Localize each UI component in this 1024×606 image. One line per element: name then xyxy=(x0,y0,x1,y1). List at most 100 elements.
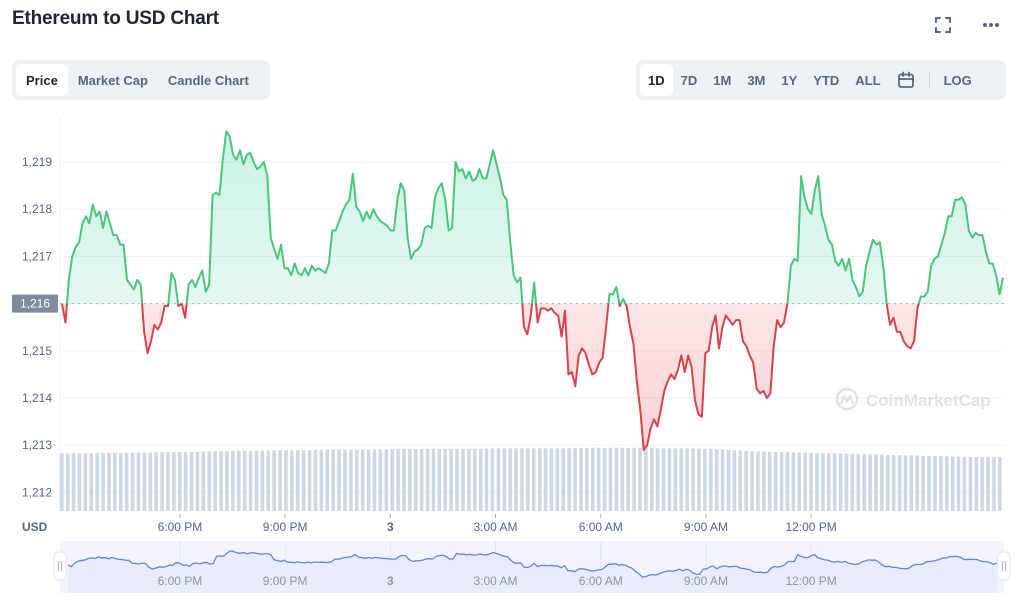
volume-bar xyxy=(720,449,725,511)
volume-bar xyxy=(974,457,979,511)
volume-bar xyxy=(372,449,377,511)
volume-bar xyxy=(195,451,200,511)
volume-bar xyxy=(166,452,170,511)
volume-bar xyxy=(425,448,430,511)
volume-bar xyxy=(207,451,212,511)
volume-bar xyxy=(490,448,495,511)
volume-bar xyxy=(231,450,235,511)
volume-bar xyxy=(620,447,625,511)
baseline-label: 1,216 xyxy=(20,297,50,311)
volume-bar xyxy=(119,452,123,511)
volume-bar xyxy=(738,450,743,511)
volume-bar xyxy=(301,450,306,511)
volume-bar xyxy=(614,447,619,511)
volume-bar xyxy=(950,456,955,511)
volume-bar xyxy=(709,448,713,511)
volume-bar xyxy=(178,452,182,511)
volume-bar xyxy=(543,448,548,511)
volume-bar xyxy=(384,449,389,511)
volume-bar xyxy=(779,452,784,511)
volume-bar xyxy=(726,449,731,511)
range-navigator: 6:00 PM 9:00 PM 3 3:00 AM 6:00 AM 9:00 AM 12:0… xyxy=(53,541,1011,593)
coinmarketcap-watermark: CoinMarketCap xyxy=(835,387,991,411)
volume-bar xyxy=(496,448,501,511)
volume-bar xyxy=(331,449,335,511)
volume-bar xyxy=(313,449,318,511)
y-tick-label: 1,215 xyxy=(22,344,52,358)
volume-bar xyxy=(750,451,754,511)
coinmarketcap-logo-icon xyxy=(835,387,859,411)
volume-bar xyxy=(89,453,94,511)
volume-bar xyxy=(585,447,589,511)
volume-bar xyxy=(307,450,312,511)
volume-bar xyxy=(237,450,241,511)
volume-bar xyxy=(473,448,477,511)
navigator-label: 6:00 PM xyxy=(158,574,203,588)
volume-bar xyxy=(956,456,961,511)
y-tick-label: 1,213 xyxy=(22,438,52,452)
navigator-left-handle[interactable] xyxy=(53,551,67,581)
volume-bar xyxy=(768,451,772,511)
volume-bar xyxy=(319,449,324,511)
price-chart[interactable]: 1,212 1,213 1,214 1,215 1,217 1,218 1,219 Coin… xyxy=(0,0,1024,606)
volume-bar xyxy=(968,456,973,511)
y-tick-label: 1,219 xyxy=(22,155,52,169)
volume-bar xyxy=(467,448,471,511)
volume-bar xyxy=(60,453,64,511)
navigator-label: 9:00 AM xyxy=(684,574,728,588)
volume-bar xyxy=(756,451,760,511)
volume-bar xyxy=(355,449,359,511)
volume-bar xyxy=(644,447,648,511)
volume-bar xyxy=(773,451,778,511)
volume-bar xyxy=(461,448,465,511)
volume-bar xyxy=(691,448,695,511)
volume-bar xyxy=(986,457,990,511)
y-axis: 1,212 1,213 1,214 1,215 1,217 1,218 1,219 xyxy=(22,155,52,499)
volume-bar xyxy=(419,448,424,511)
navigator-right-handle[interactable] xyxy=(997,551,1011,581)
volume-bar xyxy=(638,447,642,511)
volume-bar xyxy=(856,454,861,511)
volume-bar xyxy=(148,452,153,511)
volume-bar xyxy=(762,451,766,511)
volume-bar xyxy=(909,455,914,511)
volume-bar xyxy=(602,447,607,511)
volume-bar xyxy=(296,450,300,511)
x-tick-label: 9:00 AM xyxy=(684,520,728,534)
x-tick-label: 6:00 PM xyxy=(158,520,203,534)
volume-bar xyxy=(791,452,796,511)
volume-bar xyxy=(626,447,630,511)
volume-bar xyxy=(685,448,689,511)
volume-bar xyxy=(980,457,984,511)
volume-bar xyxy=(827,453,831,511)
volume-bar xyxy=(514,448,518,511)
volume-bar xyxy=(484,448,489,511)
volume-bar xyxy=(219,451,223,511)
x-axis: 6:00 PM 9:00 PM 3 3:00 AM 6:00 AM 9:00 AM 12:0… xyxy=(158,514,837,534)
volume-bar xyxy=(325,449,330,511)
drag-handle-icon xyxy=(997,551,1011,581)
volume-bar xyxy=(107,452,111,511)
volume-bar xyxy=(160,452,164,511)
volume-bar xyxy=(172,452,176,511)
volume-bar xyxy=(136,452,141,511)
volume-bar xyxy=(850,453,855,511)
volume-bar xyxy=(732,450,737,511)
volume-bar xyxy=(785,452,790,511)
volume-bar xyxy=(437,448,442,511)
volume-bar xyxy=(183,451,188,511)
volume-bar xyxy=(124,452,129,511)
navigator-label: 6:00 AM xyxy=(579,574,623,588)
volume-bar xyxy=(101,452,105,511)
volume-bar xyxy=(714,449,719,511)
drag-handle-icon xyxy=(53,551,67,581)
volume-bar xyxy=(260,450,265,511)
navigator-label: 3 xyxy=(387,574,394,588)
volume-bar xyxy=(803,452,807,511)
y-tick-label: 1,217 xyxy=(22,249,52,263)
volume-bar xyxy=(815,452,819,511)
volume-bar xyxy=(455,448,459,511)
volume-bar xyxy=(478,448,483,511)
volume-bar xyxy=(154,452,158,511)
volume-bar xyxy=(661,448,666,511)
